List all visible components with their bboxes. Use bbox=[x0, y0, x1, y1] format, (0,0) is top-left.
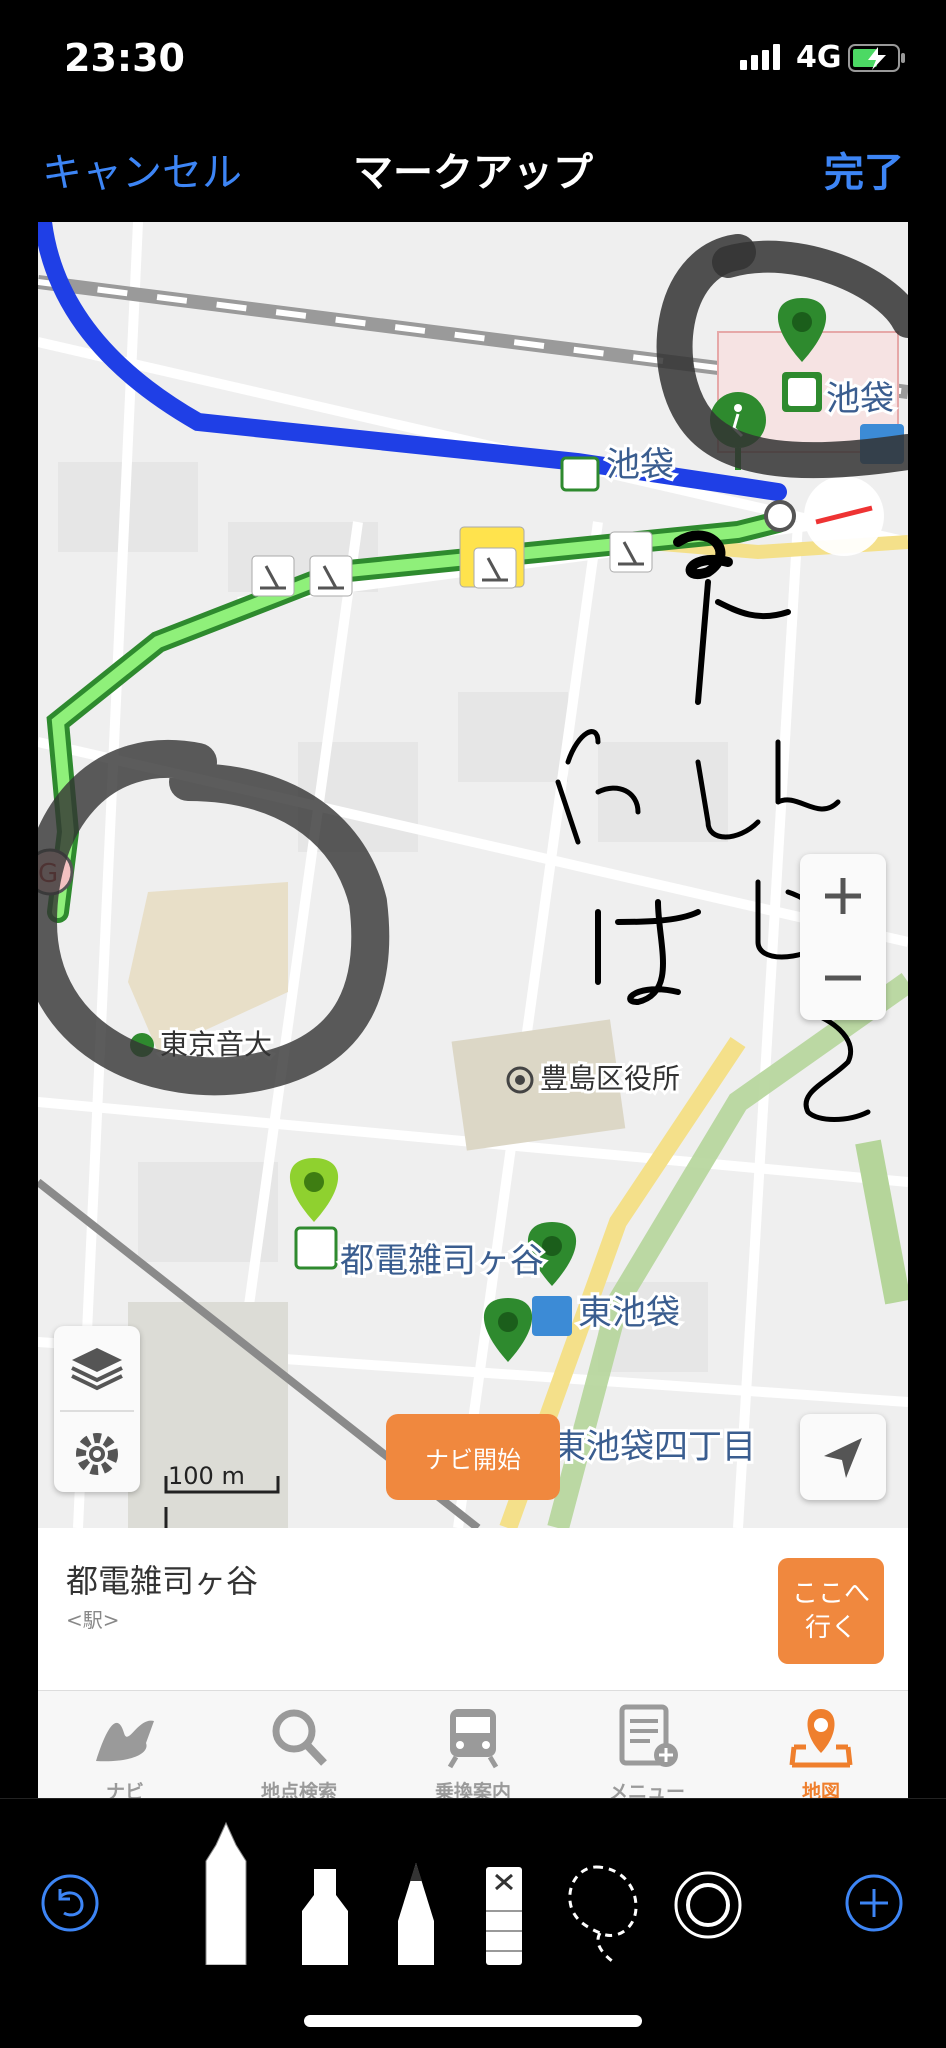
place-type: <駅> bbox=[66, 1608, 120, 1632]
map-pin-icon bbox=[789, 1709, 853, 1768]
tab-menu[interactable]: メニュー bbox=[560, 1691, 734, 1798]
undo-icon[interactable] bbox=[40, 1873, 100, 1933]
markup-toolbar bbox=[0, 1798, 946, 1965]
location-arrow-icon bbox=[824, 1438, 862, 1478]
tab-bar: ナビ 地点検索 乗換案内 メニュー 地図 bbox=[38, 1690, 908, 1798]
station-icon bbox=[560, 456, 600, 492]
map-controls bbox=[54, 1326, 140, 1492]
place-info-card: 都電雑司ヶ谷 <駅> ここへ行く bbox=[38, 1528, 908, 1690]
navi-icon bbox=[96, 1720, 154, 1762]
tab-transit[interactable]: 乗換案内 bbox=[386, 1691, 560, 1798]
color-picker-icon[interactable] bbox=[674, 1871, 742, 1939]
zoom-out-icon[interactable] bbox=[800, 938, 886, 1018]
pen-tool-icon[interactable] bbox=[198, 1821, 254, 1965]
start-navigation-button[interactable]: ナビ開始 bbox=[386, 1414, 560, 1500]
go-here-label: 行く bbox=[804, 1613, 857, 1643]
lasso-tool-icon[interactable] bbox=[566, 1863, 640, 1963]
pencil-tool-icon[interactable] bbox=[396, 1861, 436, 1965]
map-label: 都電雑司ヶ谷 bbox=[340, 1241, 544, 1281]
battery-charging-icon bbox=[848, 44, 905, 72]
zoom-controls bbox=[800, 854, 886, 1020]
map-view[interactable]: 池袋 池袋 東京音大 豊島区役所 都電雑司ヶ谷 東池袋 東池袋四丁目 G 100… bbox=[38, 222, 908, 1528]
map-label: 東池袋四丁目 bbox=[552, 1427, 756, 1467]
layers-icon[interactable] bbox=[54, 1326, 140, 1406]
add-icon[interactable] bbox=[844, 1873, 904, 1933]
map-label: 池袋 bbox=[826, 379, 894, 419]
train-icon bbox=[447, 1709, 499, 1769]
tab-navi[interactable]: ナビ bbox=[38, 1691, 212, 1798]
search-icon bbox=[272, 1709, 327, 1766]
tab-label: 地図 bbox=[801, 1781, 840, 1798]
place-name: 都電雑司ヶ谷 bbox=[66, 1562, 259, 1600]
page-title: マークアップ bbox=[353, 150, 593, 196]
zoom-in-icon[interactable] bbox=[800, 854, 886, 934]
map-label: 東池袋 bbox=[578, 1293, 680, 1333]
tab-label: ナビ bbox=[105, 1781, 144, 1798]
menu-add-icon bbox=[619, 1704, 678, 1767]
signal-icon bbox=[740, 44, 780, 70]
map-label: 豊島区役所 bbox=[540, 1062, 680, 1095]
done-button[interactable]: 完了 bbox=[824, 140, 904, 198]
map-label: 池袋 bbox=[606, 445, 674, 485]
settings-gear-icon[interactable] bbox=[54, 1412, 140, 1492]
go-here-label: ここへ bbox=[791, 1579, 870, 1609]
network-type: 4G bbox=[796, 40, 842, 75]
tab-search[interactable]: 地点検索 bbox=[212, 1691, 386, 1798]
tab-label: メニュー bbox=[608, 1781, 685, 1798]
markup-canvas[interactable]: 池袋 池袋 東京音大 豊島区役所 都電雑司ヶ谷 東池袋 東池袋四丁目 G 100… bbox=[38, 222, 908, 1798]
marker-tool-icon[interactable] bbox=[298, 1865, 352, 1965]
tab-label: 地点検索 bbox=[260, 1781, 337, 1798]
current-location-button[interactable] bbox=[800, 1414, 886, 1500]
status-time: 23:30 bbox=[64, 36, 185, 80]
eraser-tool-icon[interactable] bbox=[484, 1865, 524, 1965]
home-indicator[interactable] bbox=[304, 2015, 642, 2027]
tab-label: 乗換案内 bbox=[434, 1781, 511, 1798]
tab-map[interactable]: 地図 bbox=[734, 1691, 908, 1798]
go-here-button[interactable]: ここへ 行く bbox=[778, 1558, 884, 1664]
scale-label: 100 m bbox=[168, 1462, 245, 1490]
